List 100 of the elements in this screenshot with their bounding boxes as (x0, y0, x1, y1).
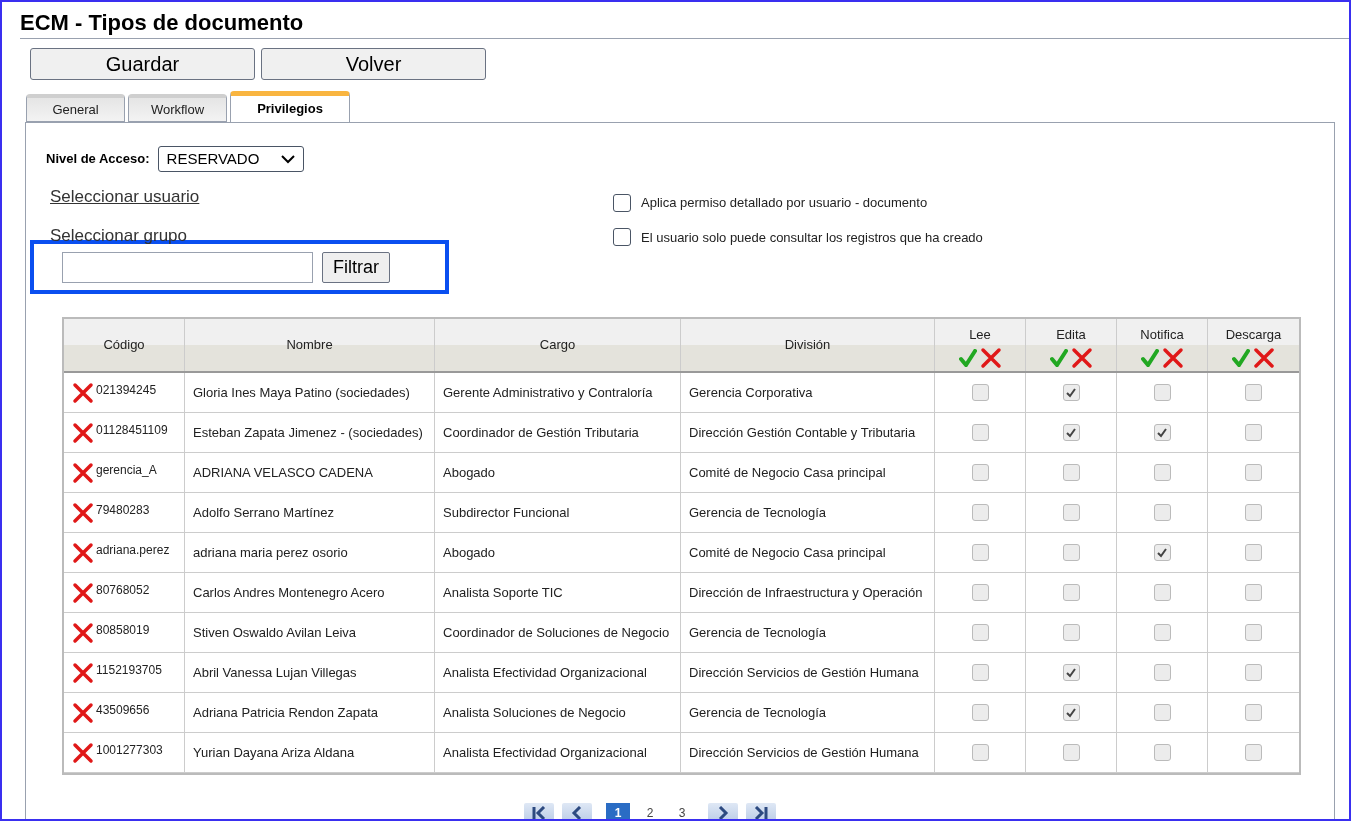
checkbox[interactable] (1153, 384, 1171, 401)
table-cell-text: Gerencia de Tecnología (689, 703, 827, 722)
checkbox[interactable] (1153, 424, 1171, 441)
table-cell-text: Abogado (443, 463, 496, 482)
access-level-dropdown[interactable]: RESERVADO (157, 146, 304, 172)
last-page-button[interactable] (746, 803, 776, 819)
checkbox[interactable] (1245, 584, 1262, 601)
remove-icon[interactable] (72, 701, 94, 724)
checkbox[interactable] (971, 424, 989, 441)
close-icon[interactable] (1253, 346, 1275, 369)
checkbox[interactable] (1062, 664, 1080, 681)
close-icon[interactable] (979, 346, 1002, 369)
table-cell-text: Comité de Negocio Casa principal (689, 543, 886, 562)
filter-button[interactable]: Filtrar (322, 251, 390, 283)
remove-icon[interactable] (72, 581, 94, 604)
option-label: Aplica permiso detallado por usuario - documento (641, 194, 928, 212)
checkbox[interactable] (1245, 464, 1262, 481)
check-all-icon[interactable] (1049, 348, 1068, 367)
checkbox[interactable] (971, 584, 989, 601)
checkbox[interactable] (1062, 424, 1080, 441)
table-cell-text: adriana maria perez osorio (193, 543, 348, 562)
checkbox[interactable] (1153, 504, 1171, 521)
remove-icon[interactable] (72, 661, 94, 684)
table-cell-text: Stiven Oswaldo Avilan Leiva (193, 623, 357, 642)
action-button[interactable]: Guardar (30, 48, 255, 80)
code-cell-text: 79480283 (96, 501, 150, 519)
column-header: Descarga (1225, 326, 1282, 344)
select-link[interactable]: Seleccionar usuario (50, 184, 200, 210)
checkbox[interactable] (971, 624, 989, 641)
table-cell-text: Adolfo Serrano Martínez (193, 503, 334, 522)
check-all-icon[interactable] (1140, 348, 1159, 367)
table-cell-text: Dirección Gestión Contable y Tributaria (689, 423, 916, 442)
checkbox[interactable] (1245, 704, 1262, 721)
select-link[interactable]: Seleccionar grupo (50, 222, 188, 248)
first-page-button[interactable] (524, 803, 554, 819)
action-button[interactable]: Volver (261, 48, 486, 80)
checkbox[interactable] (971, 544, 989, 561)
checkbox[interactable] (1245, 624, 1262, 641)
close-icon[interactable] (1070, 346, 1093, 369)
remove-icon[interactable] (72, 541, 94, 564)
checkbox[interactable] (1153, 664, 1171, 681)
checkbox[interactable] (1153, 584, 1171, 601)
checkbox[interactable] (1245, 664, 1262, 681)
last-page-icon (753, 806, 769, 819)
checkbox[interactable] (1153, 704, 1171, 721)
table-cell-text: Analista Soluciones de Negocio (443, 703, 626, 722)
table-cell-text: Gerencia de Tecnología (689, 623, 827, 642)
column-header: Notifica (1140, 326, 1184, 344)
check-all-icon[interactable] (958, 348, 977, 367)
checkbox[interactable] (1153, 464, 1171, 481)
check-icon (1156, 426, 1168, 439)
remove-icon[interactable] (72, 501, 94, 524)
checkbox[interactable] (971, 504, 989, 521)
close-icon[interactable] (1161, 346, 1184, 369)
checkbox[interactable] (971, 384, 989, 401)
checkbox[interactable] (1245, 744, 1262, 761)
checkbox[interactable] (1245, 544, 1262, 561)
table-cell-text: Gerente Administrativo y Contraloría (443, 383, 653, 402)
chevron-down-icon (280, 154, 295, 164)
checkbox[interactable] (1062, 504, 1080, 521)
checkbox[interactable] (613, 193, 631, 212)
page-title: ECM - Tipos de documento (20, 10, 305, 36)
checkbox[interactable] (971, 704, 989, 721)
checkbox[interactable] (613, 228, 631, 247)
checkbox[interactable] (1062, 744, 1080, 761)
checkbox[interactable] (1153, 544, 1171, 561)
checkbox[interactable] (1062, 544, 1080, 561)
previous-page-button[interactable] (562, 803, 592, 819)
checkbox[interactable] (971, 664, 989, 681)
checkbox[interactable] (1245, 504, 1262, 521)
checkbox[interactable] (1062, 704, 1080, 721)
page-button[interactable]: 1 (606, 803, 630, 819)
filter-field[interactable] (62, 251, 313, 283)
checkbox[interactable] (1062, 384, 1080, 401)
checkbox[interactable] (1062, 584, 1080, 601)
table-cell-text: Gerencia Corporativa (689, 383, 813, 402)
remove-icon[interactable] (72, 381, 94, 404)
checkbox[interactable] (1153, 624, 1171, 641)
checkbox[interactable] (971, 744, 989, 761)
remove-icon[interactable] (72, 461, 94, 484)
checkbox[interactable] (1062, 464, 1080, 481)
page-button[interactable]: 3 (670, 803, 694, 819)
checkbox[interactable] (1153, 744, 1171, 761)
checkbox[interactable] (971, 464, 989, 481)
tab[interactable]: Workflow (128, 94, 227, 122)
remove-icon[interactable] (72, 421, 94, 444)
tab[interactable]: General (26, 94, 125, 122)
table-cell-text: ADRIANA VELASCO CADENA (193, 463, 373, 482)
remove-icon[interactable] (72, 621, 94, 644)
table-cell-text: Coordinador de Gestión Tributaria (443, 423, 639, 442)
tab[interactable]: Privilegios (230, 91, 350, 123)
checkbox[interactable] (1062, 624, 1080, 641)
dropdown-value: RESERVADO (166, 148, 260, 169)
next-page-button[interactable] (708, 803, 738, 819)
check-all-icon[interactable] (1232, 348, 1250, 367)
checkbox[interactable] (1245, 384, 1262, 401)
checkbox[interactable] (1245, 424, 1262, 441)
code-cell-text: 43509656 (96, 701, 150, 719)
page-button[interactable]: 2 (638, 803, 662, 819)
remove-icon[interactable] (72, 741, 94, 764)
